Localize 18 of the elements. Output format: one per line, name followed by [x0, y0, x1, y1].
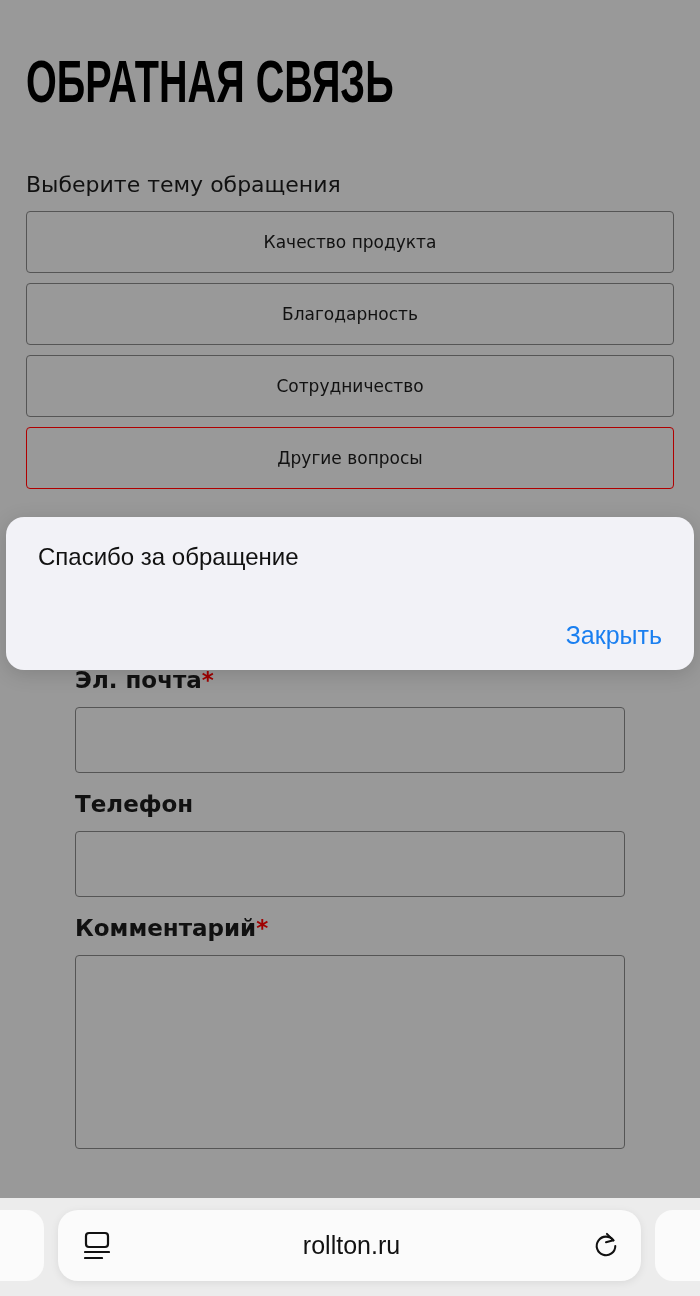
topic-button[interactable]: Другие вопросы — [26, 427, 674, 489]
field-label: Телефон — [75, 791, 195, 817]
topic-button[interactable]: Благодарность — [26, 283, 674, 345]
alert-message: Спасибо за обращение — [38, 543, 300, 571]
topic-prompt: Выберите тему обращения — [26, 172, 342, 197]
reload-icon[interactable] — [593, 1232, 619, 1258]
page-title: ОБРАТНАЯ СВЯЗЬ — [26, 50, 394, 114]
input-field[interactable] — [75, 831, 625, 897]
field-label: Комментарий* — [75, 915, 270, 941]
url-text: rollton.ru — [302, 1230, 401, 1260]
address-bar[interactable]: rollton.ru — [58, 1209, 641, 1281]
close-button[interactable]: Закрыть — [565, 621, 662, 650]
page-menu-icon[interactable] — [84, 1231, 110, 1259]
input-field[interactable] — [75, 707, 625, 773]
comment-field[interactable] — [75, 955, 625, 1149]
topic-button[interactable]: Сотрудничество — [26, 355, 674, 417]
field-label: Эл. почта* — [75, 667, 215, 693]
topic-button[interactable]: Качество продукта — [26, 211, 674, 273]
